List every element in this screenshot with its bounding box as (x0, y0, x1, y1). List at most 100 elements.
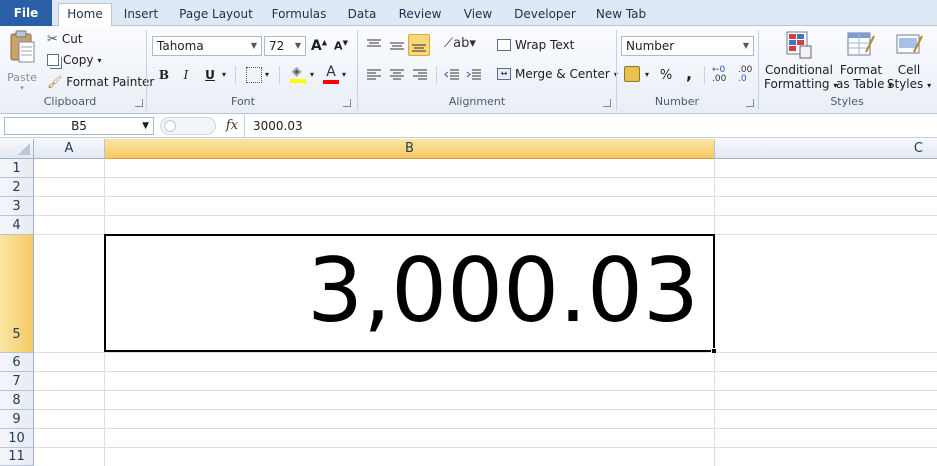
group-separator (758, 30, 759, 110)
scissors-icon: ✂ (47, 31, 58, 47)
number-format-combo[interactable]: Number ▼ (621, 36, 754, 56)
chevron-down-icon: ▼ (250, 41, 257, 50)
format-as-table-button[interactable]: Format as Table ▾ (836, 30, 892, 91)
merge-center-button[interactable]: ↔ Merge & Center ▾ (497, 67, 618, 81)
align-bottom-button[interactable] (408, 34, 430, 56)
tab-insert[interactable]: Insert (116, 4, 166, 26)
file-tab[interactable]: File (0, 0, 52, 26)
paste-button[interactable]: Paste ▾ (6, 30, 38, 92)
row-header-10[interactable]: 10 (0, 429, 34, 448)
chevron-down-icon: ▼ (142, 121, 149, 131)
active-cell-b5[interactable]: 3,000.03 (104, 234, 715, 352)
row-header-11[interactable]: 11 (0, 448, 34, 466)
orientation-icon[interactable]: ⟋ab▾ (444, 36, 476, 51)
row-header-6[interactable]: 6 (0, 353, 34, 372)
row-header-3[interactable]: 3 (0, 197, 34, 216)
insert-function-button[interactable]: fx (220, 116, 244, 136)
tab-developer[interactable]: Developer (510, 4, 580, 26)
formula-input[interactable]: 3000.03 (244, 115, 934, 137)
row-header-5[interactable]: 5 (0, 235, 34, 353)
row-header-9[interactable]: 9 (0, 410, 34, 429)
tab-page-layout[interactable]: Page Layout (176, 4, 256, 26)
row-header-7[interactable]: 7 (0, 372, 34, 391)
tab-review[interactable]: Review (394, 4, 446, 26)
number-launcher-icon[interactable] (746, 99, 754, 107)
row-header-4[interactable]: 4 (0, 216, 34, 235)
cut-button[interactable]: ✂ Cut (47, 31, 83, 47)
align-left-icon[interactable] (366, 68, 382, 82)
gridline (34, 177, 937, 178)
borders-dropdown-icon[interactable]: ▾ (265, 70, 269, 79)
formula-bar-grip (160, 117, 216, 135)
alignment-group-label: Alignment (448, 95, 506, 108)
conditional-formatting-icon (786, 31, 812, 59)
row-header-8[interactable]: 8 (0, 391, 34, 410)
row-header-1[interactable]: 1 (0, 159, 34, 178)
bold-button[interactable]: B (156, 66, 172, 84)
select-all-icon (18, 143, 30, 155)
gridline (34, 428, 937, 429)
accounting-format-icon[interactable] (624, 66, 640, 82)
decrease-decimal-button[interactable]: .00.0 (738, 66, 752, 84)
fill-color-dropdown-icon[interactable]: ▾ (310, 70, 314, 79)
row-header-2[interactable]: 2 (0, 178, 34, 197)
font-size-combo[interactable]: 72 ▼ (264, 36, 306, 56)
tab-formulas[interactable]: Formulas (266, 4, 332, 26)
tab-view[interactable]: View (458, 4, 498, 26)
accounting-dropdown-icon[interactable]: ▾ (645, 70, 649, 79)
underline-button[interactable]: U (202, 66, 218, 84)
paste-dropdown-icon: ▾ (20, 84, 24, 92)
align-bottom-icon (412, 44, 426, 52)
copy-button[interactable]: Copy ▾ (47, 52, 101, 68)
font-name-value: Tahoma (157, 39, 204, 53)
tab-home[interactable]: Home (58, 3, 112, 26)
cell-styles-label-2: Styles ▾ (886, 77, 932, 91)
cell-styles-button[interactable]: Cell Styles ▾ (886, 30, 932, 91)
font-name-combo[interactable]: Tahoma ▼ (152, 36, 262, 56)
align-center-icon[interactable] (389, 68, 405, 82)
font-launcher-icon[interactable] (343, 99, 351, 107)
wrap-text-icon (497, 39, 511, 51)
percent-style-button[interactable]: % (658, 66, 674, 84)
decrease-indent-icon[interactable] (444, 68, 460, 82)
tab-new-tab[interactable]: New Tab (592, 4, 650, 26)
conditional-formatting-button[interactable]: Conditional Formatting ▾ (764, 30, 837, 91)
name-box[interactable]: B5 ▼ (4, 117, 154, 135)
borders-icon[interactable] (246, 67, 262, 83)
column-header-a[interactable]: A (34, 139, 105, 159)
select-all-corner[interactable] (0, 139, 34, 159)
format-painter-button[interactable]: 🖌 Format Painter (47, 74, 154, 90)
underline-dropdown-icon[interactable]: ▾ (222, 70, 226, 79)
align-right-icon[interactable] (412, 68, 428, 82)
comma-style-button[interactable]: , (682, 64, 696, 83)
cut-label: Cut (61, 32, 83, 46)
font-color-icon: A (326, 64, 336, 80)
wrap-text-button[interactable]: Wrap Text (497, 38, 574, 52)
increase-decimal-label: .00 (712, 74, 727, 84)
tab-data[interactable]: Data (342, 4, 382, 26)
font-size-value: 72 (269, 39, 285, 53)
format-as-table-label-1: Format (839, 63, 883, 77)
paste-icon (10, 30, 35, 63)
cell-styles-icon (896, 34, 923, 54)
align-top-icon[interactable] (366, 38, 382, 52)
italic-button[interactable]: I (178, 66, 194, 84)
fill-handle[interactable] (711, 348, 717, 354)
grow-font-button[interactable]: A▲ (310, 36, 328, 56)
font-color-dropdown-icon[interactable]: ▾ (342, 70, 346, 79)
format-painter-icon: 🖌 (47, 75, 63, 89)
chevron-down-icon: ▾ (97, 55, 102, 65)
increase-indent-icon[interactable] (466, 68, 482, 82)
align-middle-icon[interactable] (389, 38, 405, 52)
shrink-font-button[interactable]: A▼ (332, 36, 350, 56)
clipboard-launcher-icon[interactable] (135, 99, 143, 107)
column-header-b[interactable]: B (105, 139, 715, 159)
copy-icon (47, 54, 59, 66)
increase-decimal-button[interactable]: ←0.00 (712, 66, 726, 84)
font-color-button[interactable]: A (322, 64, 340, 84)
clipboard-group-label: Clipboard (43, 95, 97, 108)
alignment-launcher-icon[interactable] (603, 99, 611, 107)
fill-color-swatch (290, 79, 306, 83)
column-header-c[interactable]: C (715, 139, 937, 159)
fill-color-button[interactable]: ◈ (290, 64, 308, 84)
